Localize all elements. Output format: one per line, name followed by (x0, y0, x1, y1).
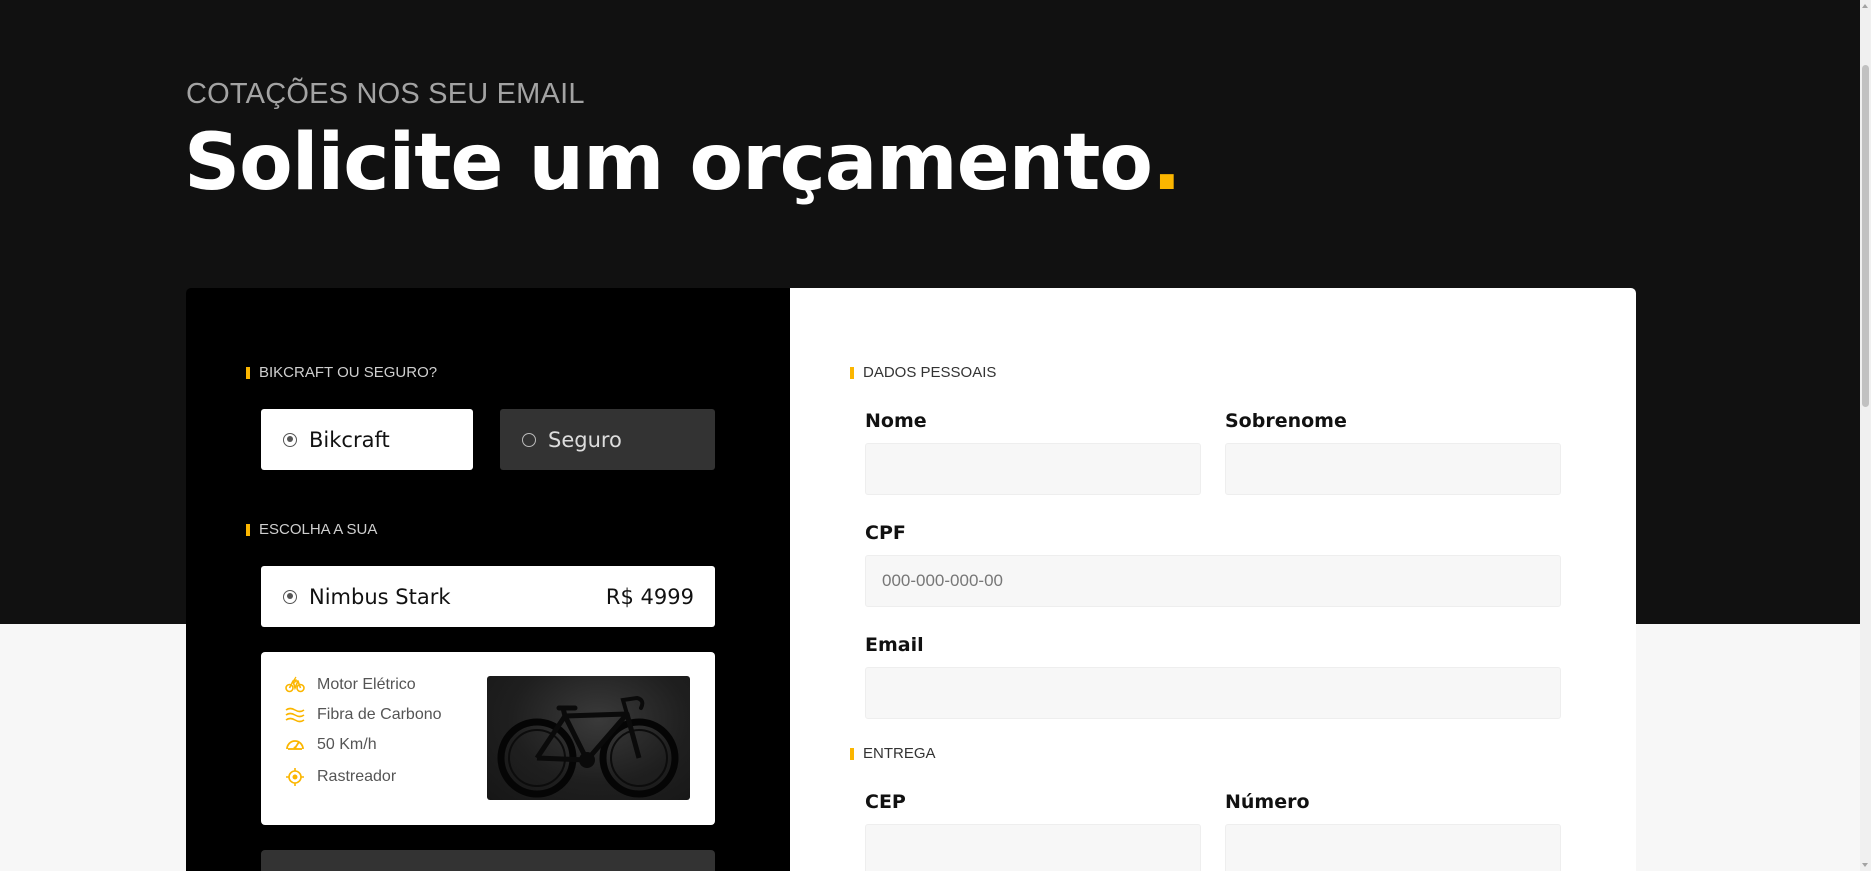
email-input[interactable] (865, 667, 1561, 719)
spec-label: Rastreador (317, 768, 397, 785)
option-label: Seguro (548, 427, 622, 452)
accent-bar (246, 366, 250, 379)
section-label-personal-data: DADOS PESSOAIS (850, 364, 996, 381)
numero-label: Número (1225, 791, 1310, 813)
tracker-icon (286, 768, 304, 786)
radio-checked-icon (283, 589, 297, 604)
next-option-card[interactable] (261, 850, 715, 871)
bike-price: R$ 4999 (605, 584, 694, 609)
bike-name: Nimbus Stark (309, 584, 451, 609)
bike-image (487, 676, 690, 800)
spec-label: Fibra de Carbono (317, 706, 442, 723)
page-title-text: Solicite um orçamento (184, 118, 1153, 208)
cpf-label: CPF (865, 522, 906, 544)
radio-checked-icon (283, 432, 297, 447)
carbon-fiber-icon (285, 707, 305, 723)
radio-unchecked-icon (522, 432, 536, 447)
cep-label: CEP (865, 791, 906, 813)
section-label-text: ESCOLHA A SUA (259, 521, 378, 538)
electric-bike-icon (285, 676, 305, 693)
product-selection-panel: BIKCRAFT OU SEGURO? Bikcraft Seguro ESCO… (186, 288, 790, 871)
cpf-input[interactable] (865, 555, 1561, 607)
sobrenome-input[interactable] (1225, 443, 1561, 495)
section-label-choose: ESCOLHA A SUA (246, 521, 377, 538)
accent-bar (246, 523, 250, 536)
numero-input[interactable] (1225, 824, 1561, 871)
spec-item: Fibra de Carbono (285, 706, 442, 724)
nome-input[interactable] (865, 443, 1201, 495)
nome-label: Nome (865, 410, 927, 432)
spec-item: 50 Km/h (285, 736, 377, 754)
radio-option-seguro[interactable]: Seguro (500, 409, 715, 470)
bicycle-illustration (497, 695, 679, 798)
accent-bar (850, 366, 854, 379)
spec-label: 50 Km/h (317, 736, 377, 753)
spec-label: Motor Elétrico (317, 676, 416, 693)
section-label-delivery: ENTREGA (850, 745, 936, 762)
radio-option-nimbus-stark[interactable]: Nimbus Stark R$ 4999 (261, 566, 715, 627)
quote-form-panel: DADOS PESSOAIS Nome Sobrenome CPF Email … (790, 288, 1636, 871)
section-label-text: DADOS PESSOAIS (863, 364, 997, 381)
vertical-scrollbar[interactable] (1860, 0, 1871, 871)
radio-option-bikcraft[interactable]: Bikcraft (261, 409, 473, 470)
page-title: Solicite um orçamento. (184, 118, 1182, 208)
scroll-down-arrow-icon[interactable] (1862, 863, 1868, 867)
spec-item: Rastreador (285, 767, 396, 787)
email-label: Email (865, 634, 924, 656)
spec-item: Motor Elétrico (285, 676, 416, 694)
scrollbar-thumb[interactable] (1862, 65, 1869, 407)
page-title-dot: . (1152, 118, 1182, 208)
accent-bar (850, 747, 854, 760)
sobrenome-label: Sobrenome (1225, 410, 1347, 432)
hero-subtitle: COTAÇÕES NOS SEU EMAIL (186, 78, 585, 110)
option-label: Bikcraft (309, 427, 390, 452)
cep-input[interactable] (865, 824, 1201, 871)
section-label-bikcraft-or-insurance: BIKCRAFT OU SEGURO? (246, 364, 437, 381)
speedometer-icon (286, 740, 304, 750)
scroll-up-arrow-icon[interactable] (1862, 4, 1868, 8)
bike-details-card: Motor Elétrico Fibra de Carbono 50 Km/h … (261, 652, 715, 825)
section-label-text: ENTREGA (863, 745, 936, 762)
section-label-text: BIKCRAFT OU SEGURO? (259, 364, 438, 381)
